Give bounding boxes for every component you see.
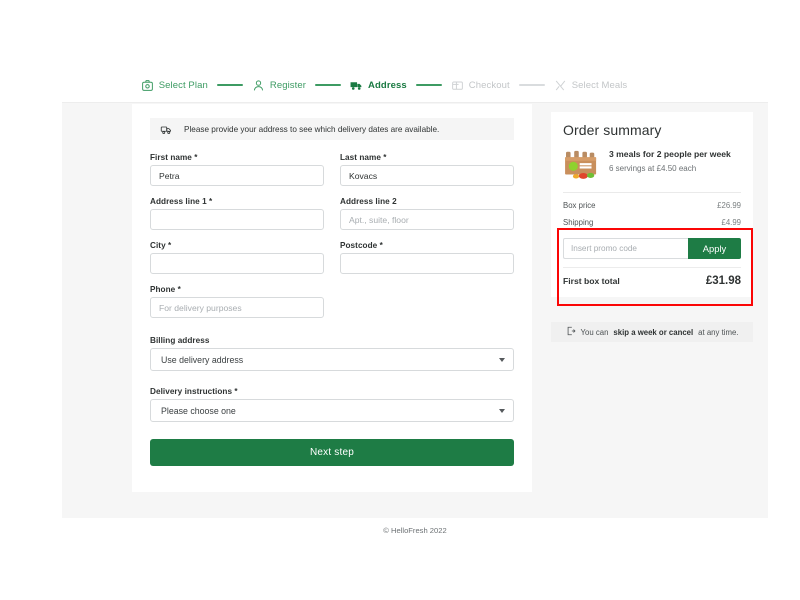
step-separator-2	[315, 84, 342, 86]
hellofresh-box-image	[563, 149, 600, 180]
form-spacer-2	[150, 380, 514, 387]
step-address[interactable]: Address	[350, 79, 407, 92]
order-summary-card: Order summary 3 meals for 2 people per w…	[551, 112, 753, 297]
address-line2-group: Address line 2	[340, 197, 514, 230]
delivery-instructions-group: Delivery instructions * Please choose on…	[150, 387, 514, 422]
checkout-stepper: Select Plan Register Address Checkout Se…	[0, 68, 768, 102]
address-line1-group: Address line 1 *	[150, 197, 324, 230]
billing-address-label: Billing address	[150, 336, 210, 345]
postcode-input[interactable]	[340, 253, 514, 274]
cutlery-icon	[554, 79, 567, 92]
billing-address-select-wrap: Use delivery address	[150, 348, 514, 371]
phone-row: Phone *	[150, 285, 514, 327]
delivery-instructions-select-wrap: Please choose one	[150, 399, 514, 422]
first-box-total-row: First box total £31.98	[563, 267, 741, 287]
step-separator-1	[216, 84, 243, 86]
address-line2-label: Address line 2	[340, 197, 397, 206]
city-postcode-row: City * Postcode *	[150, 241, 514, 283]
step-label-checkout: Checkout	[468, 79, 510, 91]
phone-label: Phone *	[150, 285, 181, 294]
step-select-plan[interactable]: Select Plan	[141, 79, 208, 92]
address-form-card: Please provide your address to see which…	[132, 104, 532, 492]
billing-address-select[interactable]: Use delivery address	[150, 348, 514, 371]
first-box-total-amount: £31.98	[705, 275, 741, 287]
chevron-down-icon-instructions	[499, 409, 505, 413]
promo-code-row: Apply	[563, 238, 741, 259]
billing-address-value: Use delivery address	[161, 354, 244, 365]
skip-note-bold: skip a week or cancel	[613, 327, 694, 337]
phone-group: Phone *	[150, 285, 324, 318]
shipping-amount: £4.99	[721, 218, 741, 227]
chevron-down-icon-billing	[499, 358, 505, 362]
billing-address-group: Billing address Use delivery address	[150, 336, 514, 371]
first-name-input[interactable]	[150, 165, 324, 186]
price-row-shipping: Shipping £4.99	[563, 214, 741, 231]
address-line2-input[interactable]	[340, 209, 514, 230]
plan-text-block: 3 meals for 2 people per week 6 servings…	[609, 149, 731, 173]
plan-summary-row: 3 meals for 2 people per week 6 servings…	[563, 149, 741, 193]
delivery-truck-icon	[160, 123, 173, 135]
page-viewport: Select Plan Register Address Checkout Se…	[0, 0, 800, 600]
step-label-register: Register	[269, 79, 307, 91]
first-name-label: First name *	[150, 153, 198, 162]
plan-icon	[141, 79, 154, 92]
step-label-select-meals: Select Meals	[571, 79, 628, 91]
city-group: City *	[150, 241, 324, 274]
apply-promo-button[interactable]: Apply	[688, 238, 741, 259]
copyright-text: © HelloFresh 2022	[383, 525, 447, 535]
truck-icon	[350, 79, 363, 92]
order-summary-title: Order summary	[563, 122, 662, 138]
plan-title: 3 meals for 2 people per week	[609, 149, 731, 159]
wallet-icon	[451, 79, 464, 92]
step-checkout[interactable]: Checkout	[451, 79, 510, 92]
page-footer: © HelloFresh 2022	[62, 518, 768, 542]
delivery-notice-text: Please provide your address to see which…	[184, 124, 440, 134]
plan-subtitle: 6 servings at £4.50 each	[609, 163, 697, 173]
step-select-meals[interactable]: Select Meals	[554, 79, 628, 92]
skip-note-prefix: You can	[580, 327, 609, 337]
first-name-group: First name *	[150, 153, 324, 186]
step-label-select-plan: Select Plan	[158, 79, 208, 91]
phone-input[interactable]	[150, 297, 324, 318]
skip-week-note: You can skip a week or cancel at any tim…	[551, 322, 753, 342]
address-row: Address line 1 * Address line 2	[150, 197, 514, 239]
last-name-input[interactable]	[340, 165, 514, 186]
step-separator-4	[518, 84, 545, 86]
delivery-instructions-select[interactable]: Please choose one	[150, 399, 514, 422]
next-step-button[interactable]: Next step	[150, 439, 514, 466]
postcode-label: Postcode *	[340, 241, 383, 250]
name-row: First name * Last name *	[150, 153, 514, 195]
address-line1-input[interactable]	[150, 209, 324, 230]
form-spacer-1	[150, 329, 514, 336]
step-separator-3	[415, 84, 442, 86]
box-price-label: Box price	[563, 201, 596, 210]
user-icon	[252, 79, 265, 92]
city-label: City *	[150, 241, 172, 250]
city-input[interactable]	[150, 253, 324, 274]
step-label-address: Address	[368, 79, 407, 91]
price-row-box-price: Box price £26.99	[563, 197, 741, 214]
last-name-group: Last name *	[340, 153, 514, 186]
box-price-amount: £26.99	[717, 201, 741, 210]
first-box-total-label: First box total	[563, 276, 620, 286]
step-register[interactable]: Register	[252, 79, 306, 92]
delivery-instructions-label: Delivery instructions *	[150, 387, 238, 396]
calendar-skip-icon	[566, 326, 576, 338]
shipping-label: Shipping	[563, 218, 594, 227]
last-name-label: Last name *	[340, 153, 387, 162]
postcode-group: Postcode *	[340, 241, 514, 274]
delivery-notice: Please provide your address to see which…	[150, 118, 514, 140]
left-rail	[0, 102, 62, 542]
address-line1-label: Address line 1 *	[150, 197, 213, 206]
delivery-instructions-value: Please choose one	[161, 405, 236, 416]
skip-note-suffix: at any time.	[698, 327, 739, 337]
promo-code-input[interactable]	[563, 238, 688, 259]
phone-row-spacer	[340, 285, 514, 318]
